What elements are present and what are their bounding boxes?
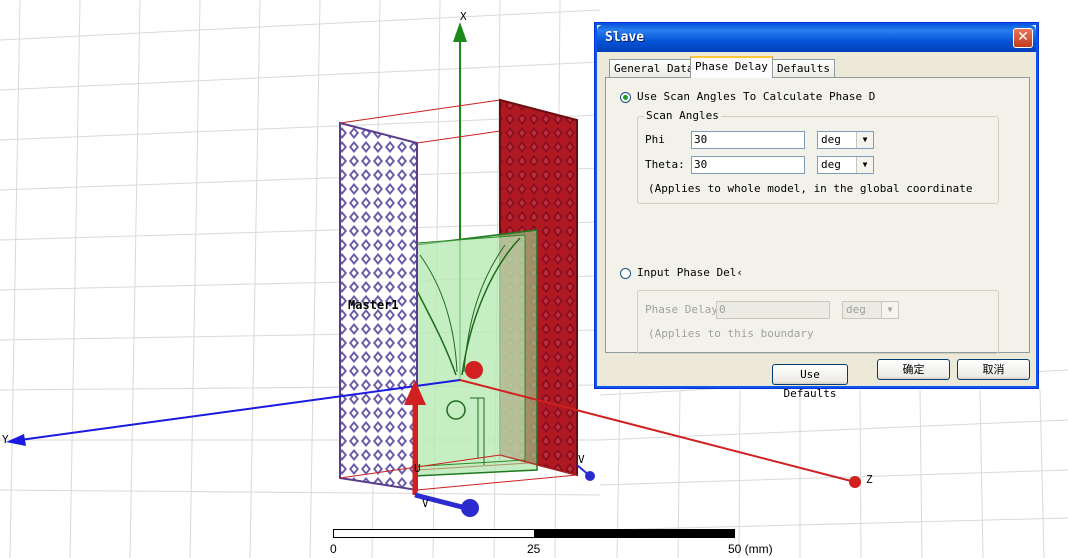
- scan-angles-group-label: Scan Angles: [644, 109, 721, 122]
- theta-unit-select[interactable]: deg ▼: [817, 156, 874, 174]
- v-label: V: [422, 497, 429, 510]
- origin-handle-icon: [465, 361, 483, 379]
- master-label: Master1: [348, 298, 399, 312]
- theta-label: Theta:: [645, 158, 685, 171]
- scale-bar: [333, 529, 735, 538]
- chevron-down-icon: ▼: [856, 157, 873, 173]
- slave-v-label: V: [578, 453, 585, 466]
- radio-use-scan-angles[interactable]: [620, 92, 631, 103]
- phi-unit-select[interactable]: deg ▼: [817, 131, 874, 149]
- radio-input-phase-delay-label: Input Phase Del‹: [637, 266, 743, 279]
- phi-label: Phi: [645, 133, 665, 146]
- phase-delay-group: Phase Delay 0 deg ▼ (Applies to this bou…: [637, 290, 999, 354]
- u-label: U: [414, 462, 421, 475]
- radio-use-scan-angles-label: Use Scan Angles To Calculate Phase D: [637, 90, 876, 103]
- z-axis-label: Z: [866, 473, 873, 486]
- scale-label-50: 50 (mm): [728, 542, 773, 556]
- tab-general-data[interactable]: General Data: [609, 59, 699, 77]
- boundary-note: (Applies to this boundary: [648, 327, 814, 340]
- close-icon[interactable]: ✕: [1013, 28, 1033, 48]
- phase-delay-panel: Use Scan Angles To Calculate Phase D Sca…: [605, 77, 1030, 400]
- phase-delay-unit-value: deg: [846, 303, 866, 316]
- radio-input-phase-delay[interactable]: [620, 268, 631, 279]
- use-defaults-button[interactable]: Use Defaults: [772, 364, 848, 400]
- dialog-title: Slave: [605, 30, 645, 45]
- scale-label-0: 0: [330, 542, 337, 556]
- z-axis-arrow-icon: [849, 476, 861, 488]
- dialog-titlebar[interactable]: Slave ✕: [597, 25, 1036, 52]
- x-axis-label: X: [460, 10, 467, 23]
- scan-angles-group: Scan Angles Phi 30 deg ▼ Theta: 30 deg ▼…: [637, 109, 999, 204]
- x-axis-arrow-icon: [453, 22, 467, 42]
- v-vector-handle-icon: [461, 499, 479, 517]
- phase-delay-input[interactable]: 0: [716, 301, 830, 319]
- dialog-client: General Data Phase Delay Defaults Use Sc…: [599, 53, 1034, 400]
- phase-delay-label: Phase Delay: [645, 303, 718, 316]
- chevron-down-icon: ▼: [856, 132, 873, 148]
- tab-defaults[interactable]: Defaults: [772, 59, 835, 77]
- slave-dialog: Slave ✕ General Data Phase Delay Default…: [594, 22, 1039, 400]
- phase-delay-unit-select[interactable]: deg ▼: [842, 301, 899, 319]
- theta-input[interactable]: 30: [691, 156, 805, 174]
- chevron-down-icon: ▼: [881, 302, 898, 318]
- scale-label-25: 25: [527, 542, 541, 556]
- scan-angles-note: (Applies to whole model, in the global c…: [648, 182, 973, 195]
- cancel-button[interactable]: 取消: [957, 359, 1030, 380]
- tab-phase-delay[interactable]: Phase Delay: [690, 56, 773, 78]
- phi-input[interactable]: 30: [691, 131, 805, 149]
- ok-button[interactable]: 确定: [877, 359, 950, 380]
- theta-unit-value: deg: [821, 158, 841, 171]
- phi-unit-value: deg: [821, 133, 841, 146]
- y-axis-label: Y: [2, 433, 9, 446]
